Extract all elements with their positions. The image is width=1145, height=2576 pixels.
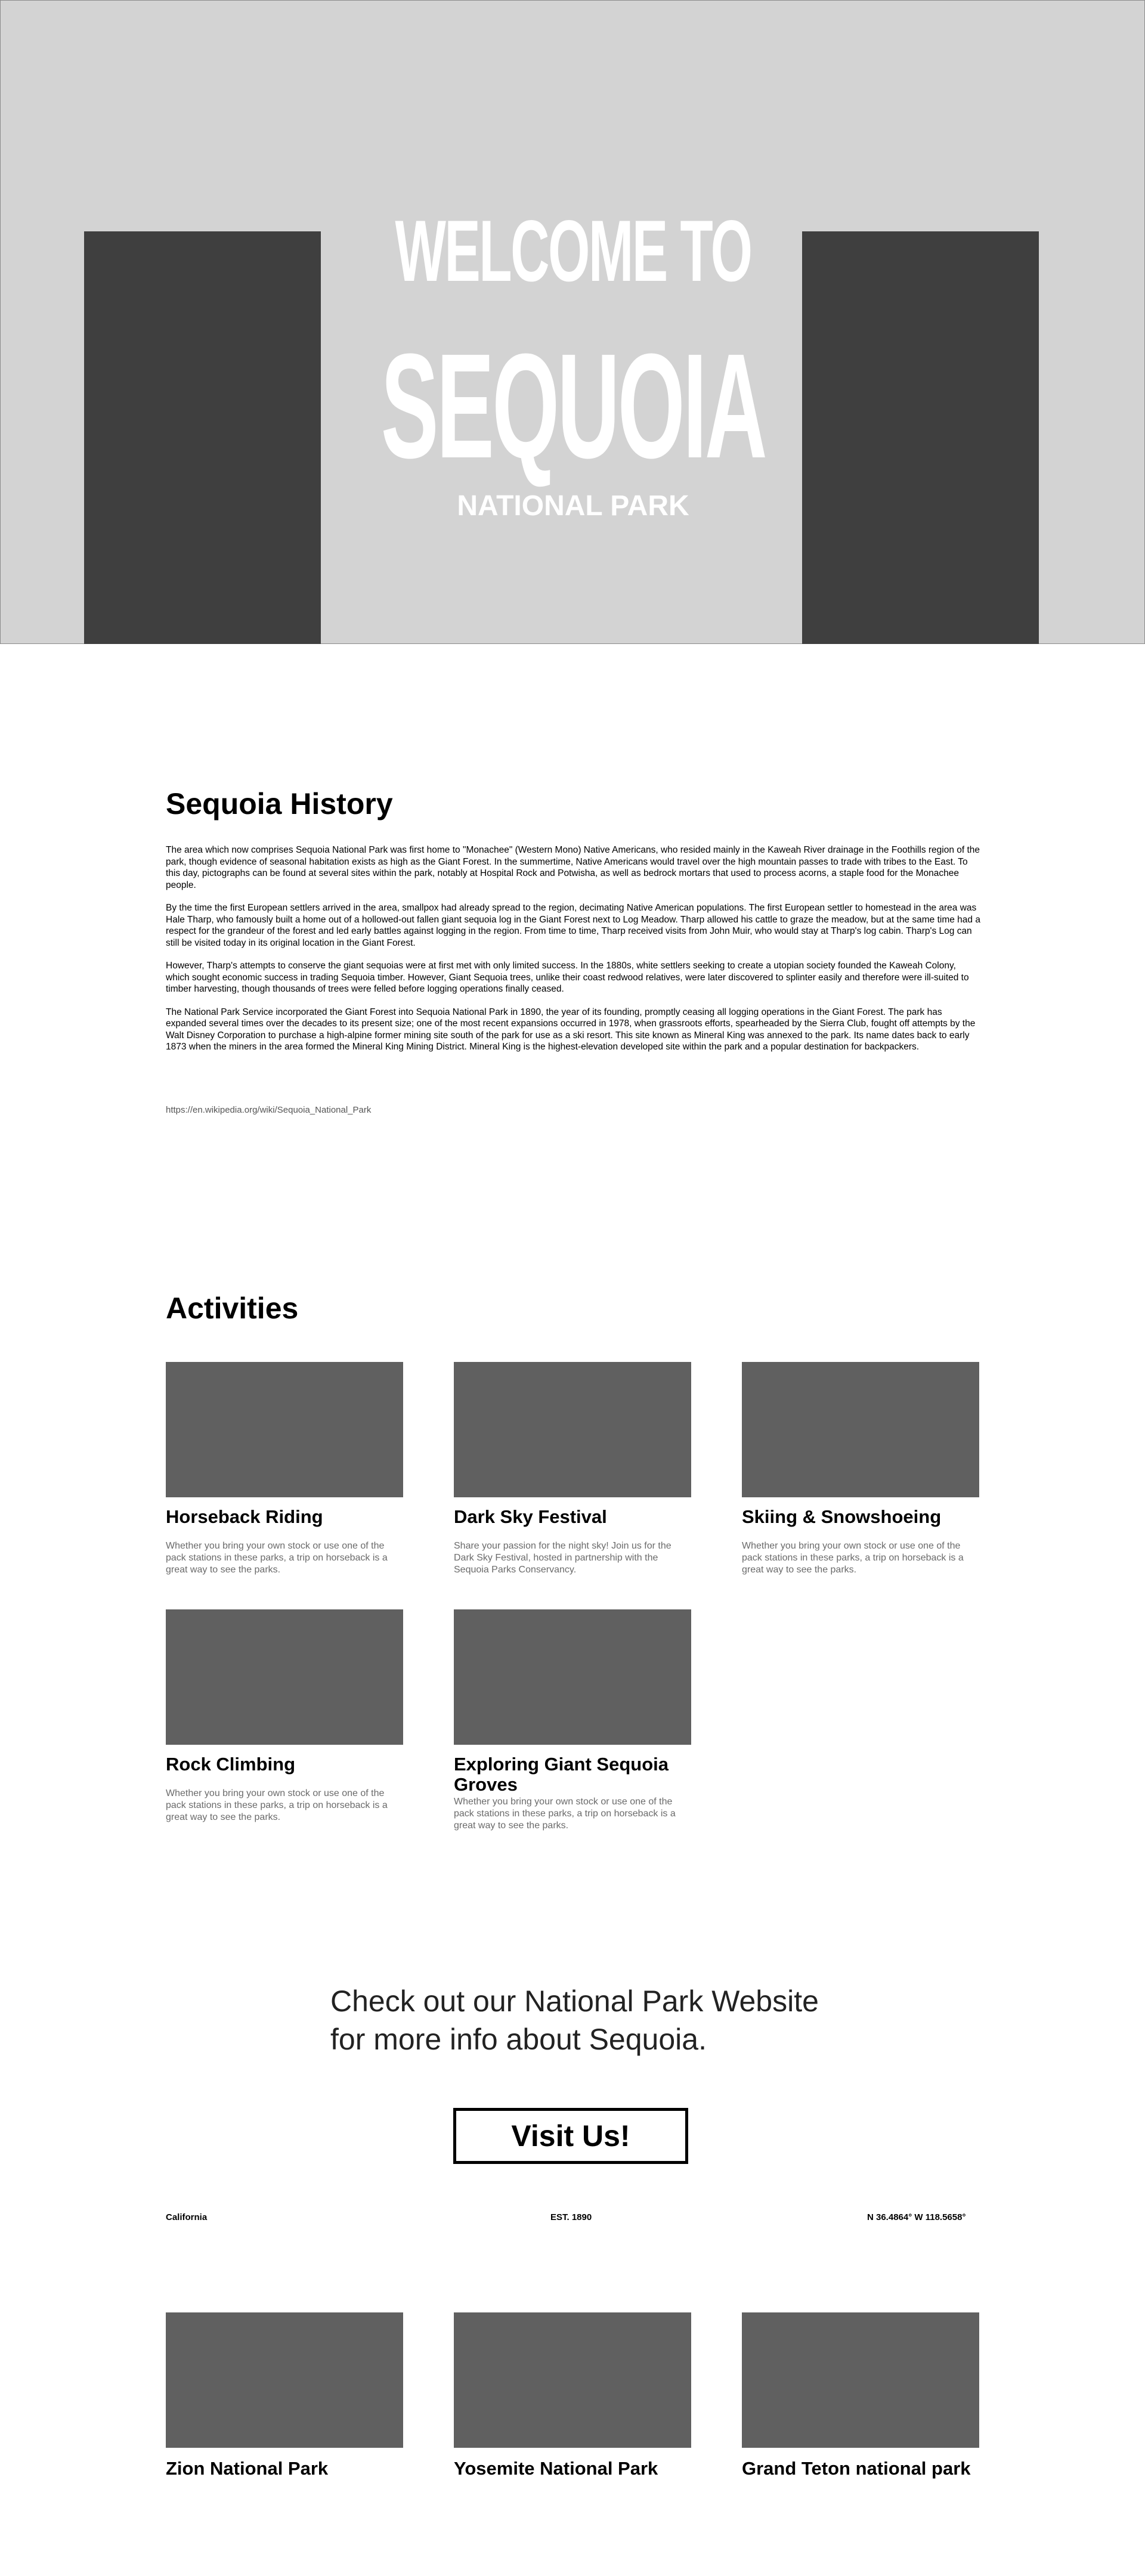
activity-title: Exploring Giant Sequoia Groves	[454, 1754, 669, 1795]
activity-image	[454, 1362, 691, 1497]
activity-card-skiing-snowshoeing[interactable]: Skiing & Snowshoeing Whether you bring y…	[742, 1362, 979, 1576]
activity-title: Rock Climbing	[166, 1754, 296, 1775]
park-image	[742, 2312, 979, 2448]
activity-card-horseback-riding[interactable]: Horseback Riding Whether you bring your …	[166, 1362, 403, 1576]
history-paragraph: The area which now comprises Sequoia Nat…	[166, 845, 980, 890]
hero-title: SEQUOIA	[380, 323, 768, 489]
activity-description: Whether you bring your own stock or use …	[742, 1541, 964, 1575]
activity-title: Skiing & Snowshoeing	[742, 1506, 942, 1527]
park-card-yosemite[interactable]: Yosemite National Park	[454, 2312, 691, 2479]
park-card-zion[interactable]: Zion National Park	[166, 2312, 403, 2479]
activity-description: Whether you bring your own stock or use …	[166, 1541, 388, 1575]
activity-description: Share your passion for the night sky! Jo…	[454, 1541, 671, 1575]
history-heading: Sequoia History	[166, 787, 393, 821]
history-paragraph: The National Park Service incorporated t…	[166, 1007, 976, 1052]
hero-banner: WELCOME TO SEQUOIA NATIONAL PARK	[0, 0, 1145, 644]
activity-image	[454, 1609, 691, 1745]
history-paragraph: By the time the first European settlers …	[166, 903, 980, 948]
activity-card-rock-climbing[interactable]: Rock Climbing Whether you bring your own…	[166, 1609, 403, 1823]
park-card-grand-teton[interactable]: Grand Teton national park	[742, 2312, 979, 2479]
activities-heading: Activities	[166, 1292, 299, 1325]
history-body: The area which now comprises Sequoia Nat…	[166, 844, 980, 1064]
park-image	[166, 2312, 403, 2448]
activity-image	[742, 1362, 979, 1497]
activity-title: Dark Sky Festival	[454, 1506, 607, 1527]
park-image	[454, 2312, 691, 2448]
park-title: Yosemite National Park	[454, 2458, 658, 2479]
park-title: Zion National Park	[166, 2458, 329, 2479]
hero-welcome-text: WELCOME TO	[395, 202, 753, 299]
park-state: California	[166, 2212, 208, 2222]
activity-description: Whether you bring your own stock or use …	[454, 1797, 676, 1831]
activity-description: Whether you bring your own stock or use …	[166, 1788, 388, 1822]
activity-image	[166, 1362, 403, 1497]
history-paragraph: However, Tharp's attempts to conserve th…	[166, 961, 969, 994]
park-title: Grand Teton national park	[742, 2458, 971, 2479]
history-source-link[interactable]: https://en.wikipedia.org/wiki/Sequoia_Na…	[166, 1105, 371, 1115]
hero-subtitle: NATIONAL PARK	[457, 490, 689, 522]
activity-card-dark-sky-festival[interactable]: Dark Sky Festival Share your passion for…	[454, 1362, 691, 1576]
activity-title: Horseback Riding	[166, 1506, 323, 1527]
activity-image	[166, 1609, 403, 1745]
park-established: EST. 1890	[550, 2212, 592, 2222]
cta-text: Check out our National Park Website for …	[330, 1984, 819, 2056]
activity-card-giant-sequoia-groves[interactable]: Exploring Giant Sequoia Groves Whether y…	[454, 1609, 691, 1832]
park-coordinates: N 36.4864° W 118.5658°	[867, 2212, 966, 2222]
visit-us-button[interactable]: Visit Us!	[453, 2108, 688, 2164]
